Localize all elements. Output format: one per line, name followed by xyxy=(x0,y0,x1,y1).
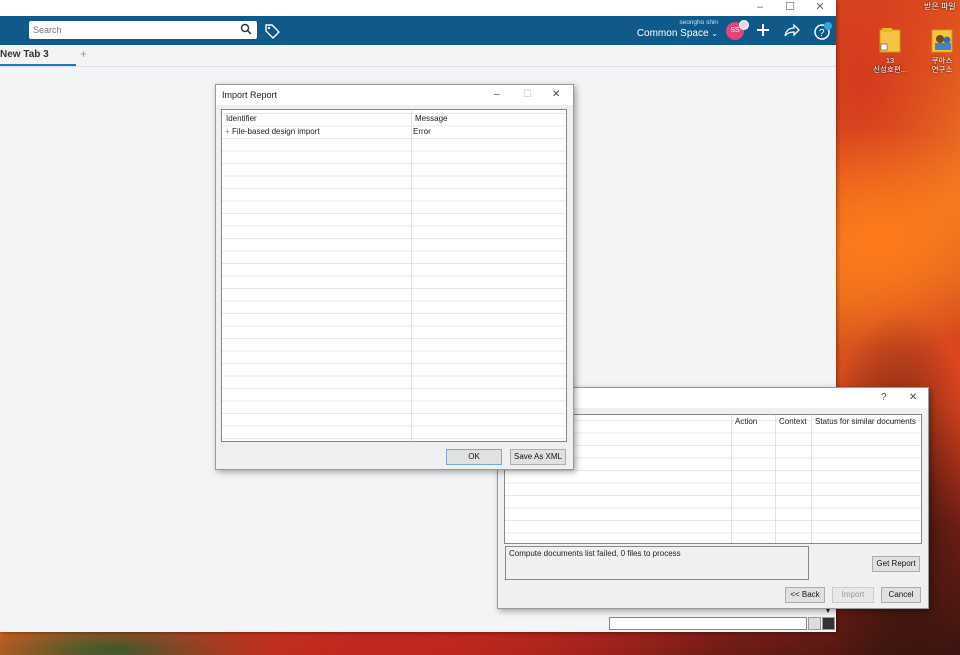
close-button[interactable]: ✕ xyxy=(805,0,835,16)
get-report-button[interactable]: Get Report xyxy=(872,556,920,572)
column-header-status[interactable]: Status for similar documents xyxy=(815,417,916,426)
desktop-icon-users-folder[interactable]: 쿠아스 연구소 xyxy=(922,26,960,74)
ok-button[interactable]: OK xyxy=(446,449,502,465)
folder-icon xyxy=(879,28,901,53)
plus-icon[interactable] xyxy=(755,22,771,38)
close-icon[interactable]: ✕ xyxy=(909,388,917,408)
back-button[interactable]: << Back xyxy=(785,587,825,603)
help-icon[interactable]: ? xyxy=(813,22,833,40)
column-header-action[interactable]: Action xyxy=(735,417,757,426)
dialog-title: Import Report xyxy=(222,90,278,100)
expand-icon[interactable]: + xyxy=(225,127,230,136)
maximize-button[interactable]: ☐ xyxy=(775,0,805,16)
desktop-icon-label: 쿠아스 연구소 xyxy=(931,56,953,74)
log-text: Compute documents list failed, 0 files t… xyxy=(509,549,681,558)
desktop-icon-label: 13 신성호편... xyxy=(873,56,907,74)
search-box xyxy=(29,21,257,39)
log-textbox[interactable]: Compute documents list failed, 0 files t… xyxy=(505,546,809,580)
help-button[interactable]: ? xyxy=(881,388,887,408)
close-icon[interactable]: ✕ xyxy=(552,85,560,105)
status-input[interactable] xyxy=(609,617,807,630)
tab-new-tab-3[interactable]: New Tab 3 xyxy=(0,45,76,66)
user-name: seongho shin xyxy=(679,19,718,26)
cancel-button[interactable]: Cancel xyxy=(881,587,921,603)
row-message: Error xyxy=(413,127,431,136)
add-tab-button[interactable]: + xyxy=(80,45,87,64)
svg-text:?: ? xyxy=(819,28,825,39)
tag-icon[interactable] xyxy=(264,23,280,39)
import-report-dialog: Import Report – ☐ ✕ Identifier Message +… xyxy=(215,84,574,470)
minimize-button[interactable]: – xyxy=(494,85,500,105)
table-row[interactable]: + File-based design import Error xyxy=(222,126,566,138)
space-name: Common Space xyxy=(636,28,709,39)
search-input[interactable] xyxy=(29,21,223,39)
desktop-icon-folder[interactable]: 13 신성호편... xyxy=(870,26,910,74)
row-identifier: File-based design import xyxy=(232,127,320,136)
report-tree-table[interactable]: Identifier Message + File-based design i… xyxy=(221,109,567,442)
avatar-status-badge xyxy=(739,20,749,30)
desktop-top-right-label: 받은 파일 xyxy=(924,2,956,11)
column-header-message[interactable]: Message xyxy=(415,114,447,123)
users-folder-icon xyxy=(931,29,953,53)
column-header-context[interactable]: Context xyxy=(779,417,807,426)
search-icon[interactable] xyxy=(240,23,252,35)
column-header-identifier[interactable]: Identifier xyxy=(226,114,257,123)
import-button[interactable]: Import xyxy=(832,587,874,603)
save-as-xml-button[interactable]: Save As XML xyxy=(510,449,566,465)
window-titlebar: – ☐ ✕ xyxy=(0,0,836,16)
share-icon[interactable] xyxy=(783,22,801,38)
list-icon[interactable] xyxy=(808,617,821,630)
minimize-button[interactable]: – xyxy=(745,0,775,16)
chevron-down-icon: ⌄ xyxy=(711,29,718,38)
top-toolbar: seongho shin Common Space ⌄ SS ? xyxy=(0,16,836,45)
user-space-selector[interactable]: seongho shin Common Space ⌄ xyxy=(637,19,718,41)
maximize-button[interactable]: ☐ xyxy=(523,85,532,105)
tab-bar: New Tab 3 + xyxy=(0,45,836,67)
import-report-titlebar: Import Report – ☐ ✕ xyxy=(216,85,573,105)
message-icon[interactable] xyxy=(822,617,835,630)
